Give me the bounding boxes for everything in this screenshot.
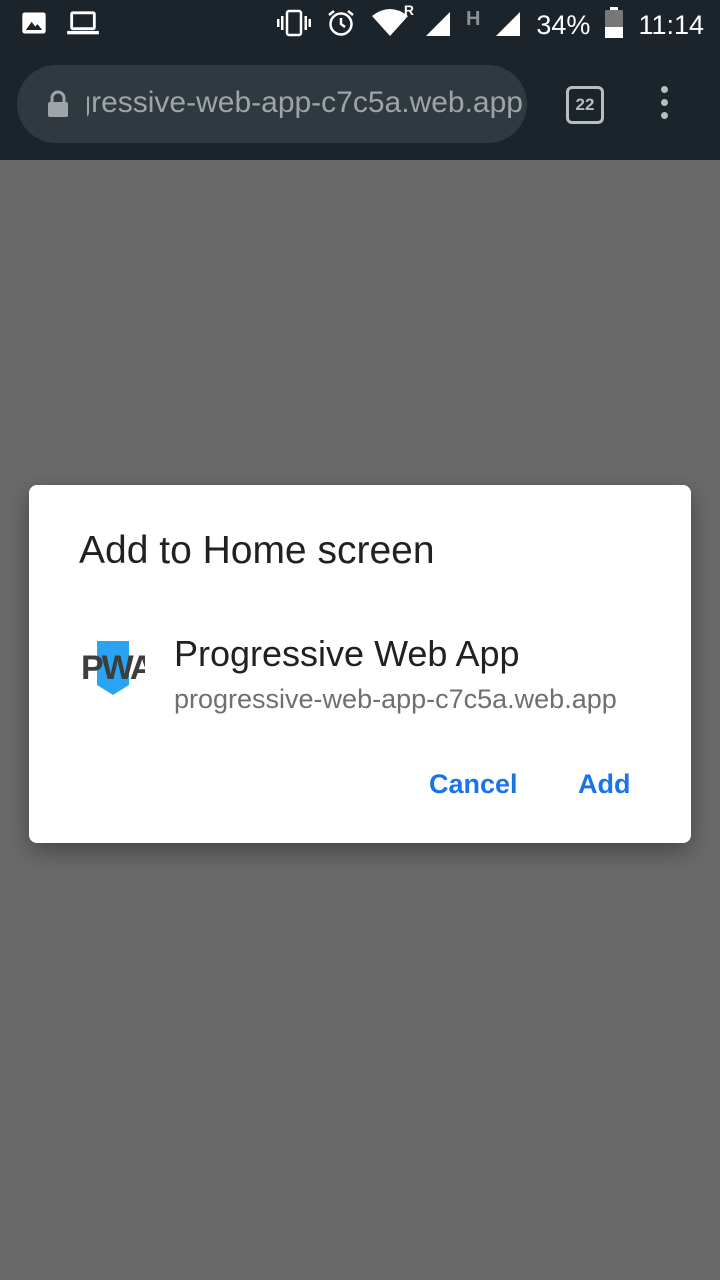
signal-icon	[424, 8, 452, 43]
vibrate-icon	[276, 8, 312, 43]
browser-toolbar: progressive-web-app-c7c5a.web.app 22	[0, 50, 720, 160]
alarm-icon	[326, 8, 356, 43]
dot-icon	[660, 99, 668, 106]
roaming-indicator: R	[403, 1, 414, 18]
tab-switcher-button[interactable]: 22	[566, 86, 604, 124]
add-to-home-dialog: Add to Home screen PWA Progressive Web A…	[29, 485, 691, 843]
app-url: progressive-web-app-c7c5a.web.app	[174, 684, 617, 714]
lock-icon	[47, 90, 69, 123]
clock: 11:14	[638, 9, 704, 40]
signal-icon-2	[494, 8, 522, 43]
url-text[interactable]: progressive-web-app-c7c5a.web.app	[87, 83, 523, 123]
url-bar[interactable]: progressive-web-app-c7c5a.web.app	[17, 65, 527, 143]
pwa-logo-icon: PWA	[81, 635, 156, 699]
svg-text:PWA: PWA	[81, 649, 145, 687]
add-button[interactable]: Add	[578, 769, 630, 800]
battery-percent: 34%	[536, 9, 591, 40]
dialog-title: Add to Home screen	[79, 529, 435, 572]
laptop-icon	[66, 9, 100, 42]
dot-icon	[660, 112, 668, 119]
dot-icon	[660, 86, 668, 93]
cancel-button[interactable]: Cancel	[429, 769, 518, 800]
app-name: Progressive Web App	[174, 633, 520, 674]
network-type-label: H	[465, 7, 481, 30]
status-bar: R H 34% 11:14	[0, 0, 720, 50]
overflow-menu-button[interactable]	[650, 86, 678, 126]
battery-icon	[604, 6, 624, 44]
image-icon	[20, 9, 48, 42]
wifi-icon: R	[370, 2, 414, 43]
